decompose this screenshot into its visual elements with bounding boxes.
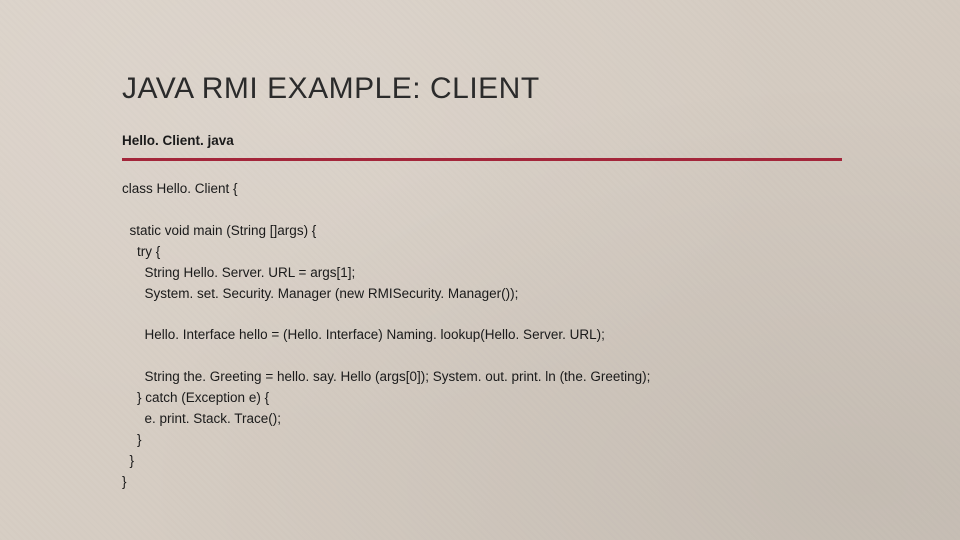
slide-container: JAVA RMI EXAMPLE: CLIENT Hello. Client. … [0, 0, 960, 540]
slide-title: JAVA RMI EXAMPLE: CLIENT [122, 72, 960, 106]
code-block: class Hello. Client { static void main (… [122, 179, 960, 493]
filename-label: Hello. Client. java [122, 133, 234, 154]
divider [122, 158, 842, 161]
